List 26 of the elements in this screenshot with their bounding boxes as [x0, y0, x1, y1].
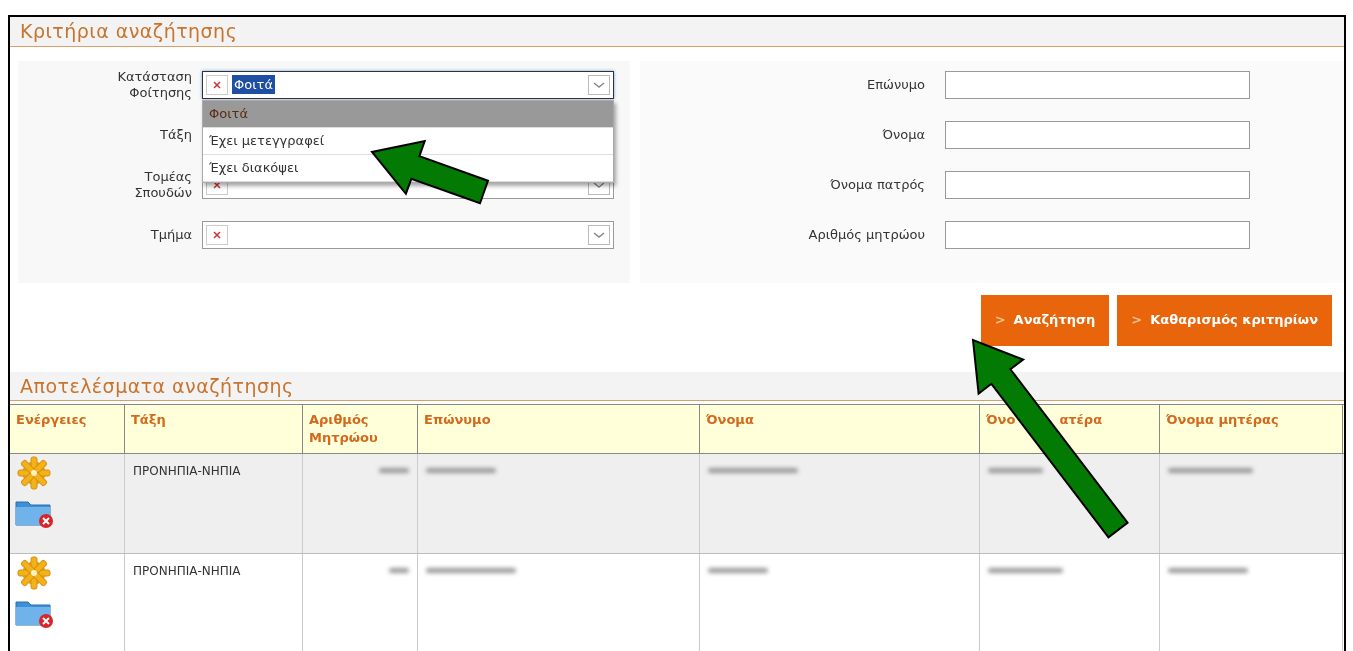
column-header[interactable]: Αριθμός Μητρώου	[309, 411, 411, 447]
field-label: Τομέας Σπουδών	[133, 168, 192, 201]
selected-value: Φοιτά	[232, 74, 275, 95]
column-header[interactable]: Όνομα	[706, 411, 754, 429]
field-label: Τμήμα	[149, 226, 192, 243]
button[interactable]: > Αναζήτηση	[980, 294, 1110, 346]
field-label: Τάξη	[159, 126, 192, 143]
section-title: Κριτήρια αναζήτησης	[20, 19, 238, 44]
button[interactable]: > Καθαρισμός κριτηρίων	[1117, 294, 1332, 346]
table-cell-text: ΠΡΟΝΗΠΙΑ-ΝΗΠΙΑ	[133, 563, 242, 580]
select-field[interactable]: Φοιτά	[202, 70, 614, 99]
field-label: Επώνυμο	[866, 75, 925, 94]
column-header[interactable]: Επώνυμο	[424, 411, 491, 429]
column-header[interactable]: ατέρα	[1059, 411, 1103, 429]
field-label: Όνομα πατρός	[829, 175, 925, 194]
column-header[interactable]: Ενέργειες	[16, 411, 87, 429]
field-label: Αριθμός μητρώου	[807, 225, 925, 244]
table-row[interactable]: ΠΡΟΝΗΠΙΑ-ΝΗΠΙΑ	[10, 454, 1344, 554]
section-title: Αποτελέσματα αναζήτησης	[20, 373, 294, 399]
dropdown-option[interactable]: Φοιτά	[203, 100, 613, 128]
column-header[interactable]: Όνο	[986, 411, 1016, 429]
field-label: Όνομα	[881, 125, 925, 144]
field-label: Κατάσταση Φοίτησης	[116, 68, 192, 101]
column-header[interactable]: Τάξη	[131, 411, 166, 429]
column-header[interactable]: Όνομα μητέρας	[1166, 411, 1279, 429]
table-cell-text: ΠΡΟΝΗΠΙΑ-ΝΗΠΙΑ	[133, 463, 242, 480]
